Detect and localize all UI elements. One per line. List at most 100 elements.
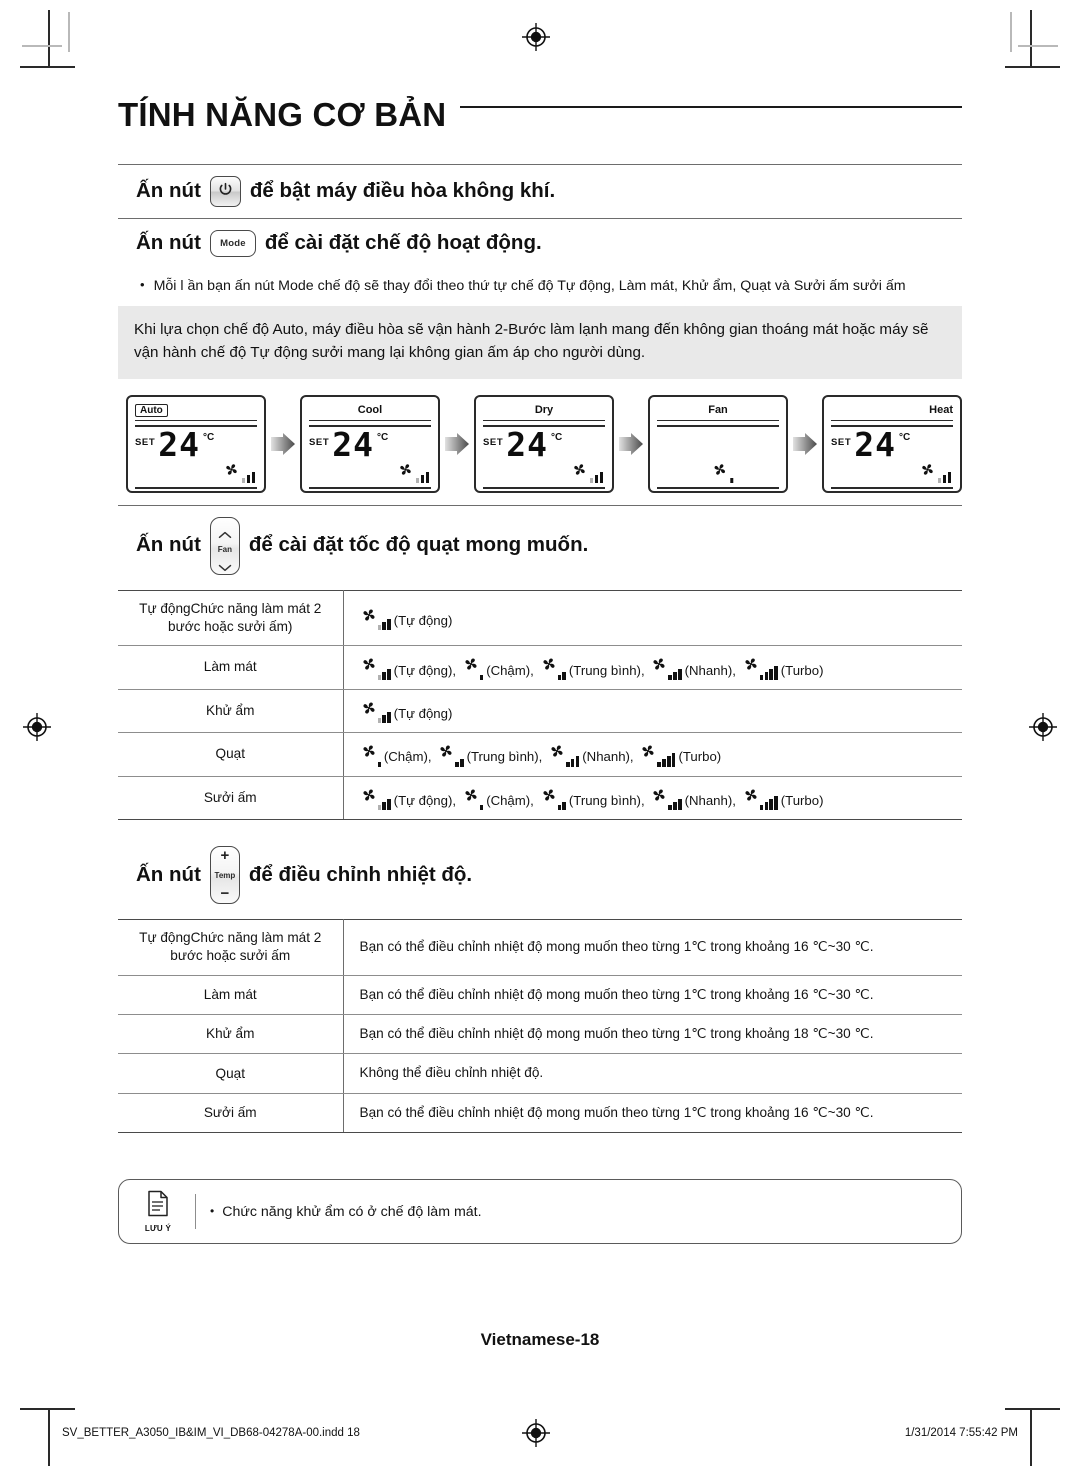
lcd-set-label: SET (309, 436, 330, 448)
footer-timestamp: 1/31/2014 7:55:42 PM (904, 1427, 1018, 1439)
lcd-temperature-value: 24 (332, 424, 375, 464)
lcd-line-top (309, 419, 431, 422)
table-row: Khử ẩm (Tự động) (118, 688, 962, 734)
table-row: Tự độngChức năng làm mát 2 bước hoặc sưở… (118, 589, 962, 647)
fan-speed-caption: (Chậm), (383, 749, 432, 765)
fan-icon (639, 742, 657, 766)
minus-icon[interactable]: − (221, 886, 230, 901)
table-cell-temp-range: Bạn có thể điều chỉnh nhiệt độ mong muốn… (343, 974, 962, 1016)
table-cell-mode: Làm mát (118, 645, 344, 690)
fan-icon (742, 786, 760, 810)
table-cell-temp-range: Không thể điều chỉnh nhiệt độ. (343, 1053, 962, 1094)
fan-speed-bars (589, 472, 603, 484)
table-cell-temp-range: Bạn có thể điều chỉnh nhiệt độ mong muốn… (343, 1092, 962, 1134)
fan-speed-option: (Tự động) (360, 606, 453, 631)
note-bullet-dot-icon: • (210, 1203, 215, 1218)
lcd-fan-indicator (711, 461, 734, 484)
fan-button[interactable]: Fan (209, 516, 240, 578)
lcd-line-bottom (831, 487, 953, 489)
lcd-line-top (135, 419, 257, 422)
table-cell-temp-range: Bạn có thể điều chỉnh nhiệt độ mong muốn… (343, 1014, 962, 1055)
temperature-range-table: Tự độngChức năng làm mát 2 bước hoặc sưở… (118, 919, 962, 1134)
lcd-unit-label: °C (377, 431, 389, 443)
fan-speed-option: (Tự động), (360, 655, 456, 680)
plus-icon[interactable]: + (221, 848, 230, 863)
lcd-panel-heat: Heat SET 24 °C (822, 394, 962, 493)
lcd-unit-label: °C (203, 431, 215, 443)
lcd-panel-dry: Dry SET 24 °C (474, 394, 614, 493)
fan-icon (650, 786, 668, 810)
lcd-line-mid (657, 425, 779, 427)
fan-icon (437, 742, 455, 766)
temp-button[interactable]: + Temp − (209, 846, 240, 905)
fan-icon (548, 742, 566, 766)
fan-icon (650, 655, 668, 679)
power-icon (217, 180, 234, 204)
auto-mode-callout: Khi lựa chọn chế độ Auto, máy điều hòa s… (118, 306, 962, 379)
fan-speed-option: (Turbo) (639, 742, 722, 767)
lcd-panel-auto: Auto SET 24 °C (126, 394, 266, 493)
table-cell-fan-options: (Tự động) (343, 688, 962, 734)
table-cell-mode: Quạt (118, 732, 344, 777)
fan-speed-option: (Turbo) (742, 655, 824, 680)
lcd-line-top (657, 419, 779, 422)
mode-button[interactable]: Mode (209, 230, 256, 257)
fan-speed-caption: (Turbo) (780, 662, 824, 678)
crop-mark-tr-inner-h (1018, 45, 1058, 47)
lcd-mode-label: Heat (929, 403, 953, 416)
fan-speed-bars (730, 478, 734, 484)
lcd-unit-label: °C (551, 431, 563, 443)
crop-mark-tr-inner-v (1010, 12, 1012, 52)
table-row: Sưởi ấm Bạn có thể điều chỉnh nhiệt độ mo… (118, 1092, 962, 1134)
lcd-fan-indicator (397, 461, 429, 484)
fan-suffix-label: để cài đặt tốc độ quạt mong muốn. (248, 533, 589, 557)
fan-icon (742, 655, 760, 679)
fan-icon (360, 655, 378, 679)
fan-speed-option: (Chậm), (360, 742, 432, 767)
crop-mark-bottom-right-h (1005, 1408, 1060, 1410)
fan-button-label: Fan (217, 544, 233, 554)
fan-speed-caption: (Chậm), (486, 662, 534, 678)
table-cell-mode: Khử ẩm (118, 1014, 344, 1055)
instruction-power: Ấn nút để bật máy điều hòa không khí. (118, 165, 962, 218)
table-cell-mode: Tự độngChức năng làm mát 2 bước hoặc sưở… (118, 589, 344, 647)
lcd-body: SET 24 °C (309, 424, 431, 486)
fan-speed-caption: (Tự động) (393, 613, 453, 629)
fan-speed-option: (Nhanh), (548, 742, 634, 767)
fan-speed-caption: (Turbo) (780, 792, 824, 808)
fan-speed-option: (Trung bình), (540, 786, 645, 811)
mode-bullet-text: Mỗi l ần bạn ấn nút Mode chế độ sẽ thay … (153, 278, 906, 294)
fan-speed-caption: (Trung bình), (568, 662, 645, 678)
table-cell-mode: Khử ẩm (118, 688, 344, 734)
table-cell-mode: Sưởi ấm (118, 1092, 344, 1134)
chevron-up-icon[interactable] (218, 521, 232, 545)
fan-speed-option: (Trung bình), (540, 655, 645, 680)
fan-speed-bars (668, 799, 682, 811)
fan-icon (571, 461, 588, 483)
instruction-mode: Ấn nút Mode để cài đặt chế độ hoạt động. (118, 219, 962, 268)
table-cell-mode: Làm mát (118, 974, 344, 1016)
fan-speed-bars (759, 665, 778, 680)
fan-speed-bars (479, 674, 484, 680)
fan-speed-bars (557, 671, 566, 680)
fan-icon (360, 699, 378, 723)
lcd-unit-label: °C (899, 431, 911, 443)
page-title: TÍNH NĂNG CƠ BẢN (118, 96, 447, 133)
fan-speed-bars (377, 668, 391, 680)
lcd-line-bottom (309, 487, 431, 489)
fan-icon (540, 786, 558, 810)
lcd-fan-indicator (223, 461, 255, 484)
power-button[interactable] (209, 176, 241, 207)
chevron-down-icon[interactable] (218, 554, 232, 578)
crop-mark-top-right-v (1030, 10, 1032, 68)
fan-speed-bars (937, 472, 951, 484)
fan-speed-caption: (Trung bình), (466, 749, 543, 765)
flow-arrow-icon (790, 431, 820, 457)
fan-speed-caption: (Turbo) (678, 749, 722, 765)
crop-mark-top-right-h (1005, 66, 1060, 68)
fan-speed-caption: (Nhanh), (582, 749, 634, 765)
fan-icon (919, 461, 936, 483)
note-icon-caption: LƯU Ý (144, 1224, 172, 1234)
note-body: • Chức năng khử ẩm có ở chế độ làm mát. (210, 1204, 482, 1220)
fan-icon (223, 461, 240, 483)
